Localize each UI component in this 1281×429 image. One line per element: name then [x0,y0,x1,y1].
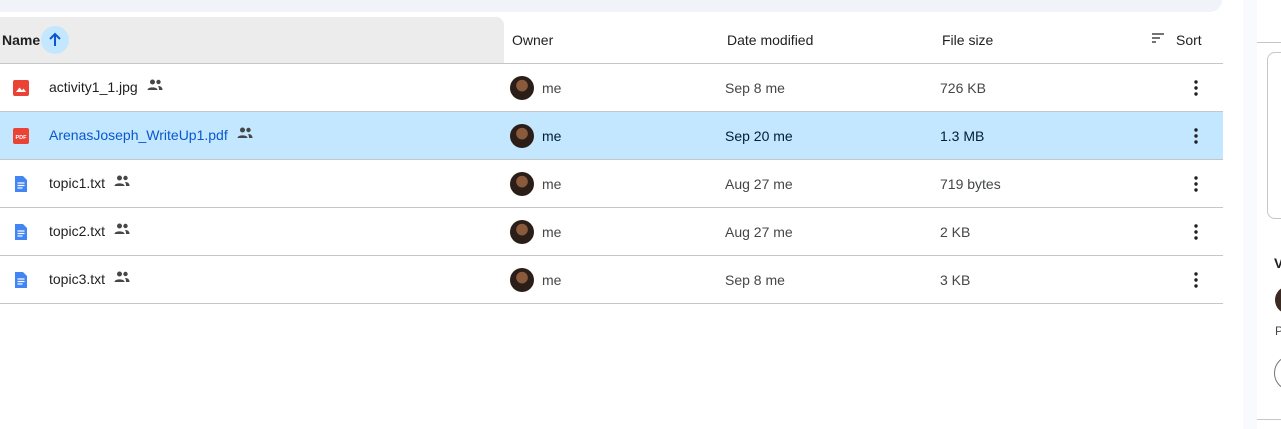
file-name[interactable]: activity1_1.jpg [49,79,163,95]
shared-people-icon [237,126,253,142]
avatar [1275,286,1281,314]
sort-lines-icon [1148,28,1168,53]
text-document-icon [12,175,30,193]
owner-name: me [542,80,562,96]
owner-avatar [510,172,534,196]
owner-avatar [510,76,534,100]
name-column-header[interactable] [0,17,504,63]
panel-divider [1257,42,1281,43]
search-bar-area [0,0,1222,12]
owner-name: me [542,176,562,192]
table-row[interactable]: activity1_1.jpg me Sep 8 me 726 KB [0,64,1223,112]
shared-people-icon [114,270,130,286]
table-row[interactable]: topic1.txt me Aug 27 me 719 bytes [0,160,1223,208]
table-row[interactable]: topic2.txt me Aug 27 me 2 KB [0,208,1223,256]
file-name[interactable]: topic3.txt [49,271,130,287]
panel-divider-bottom [1257,419,1281,420]
date-modified: Sep 8 me [725,272,785,288]
file-name[interactable]: ArenasJoseph_WriteUp1.pdf [49,127,253,143]
panel-text: P [1275,324,1281,338]
manage-access-button[interactable] [1274,355,1281,391]
shared-people-icon [114,174,130,190]
image-file-icon [12,79,30,97]
details-side-panel: V P [1257,0,1281,429]
file-size: 726 KB [940,80,986,96]
file-list-table: Name Owner Date modified File size Sort … [0,17,1223,304]
date-modified: Aug 27 me [725,176,793,192]
file-size-column-header[interactable]: File size [942,32,993,48]
more-actions-icon[interactable] [1186,126,1206,146]
shared-people-icon [114,222,130,238]
name-column-label[interactable]: Name [2,32,40,48]
table-row[interactable]: PDF ArenasJoseph_WriteUp1.pdf me Sep 20 me 1… [0,112,1223,160]
more-actions-icon[interactable] [1186,174,1206,194]
file-size: 3 KB [940,272,971,288]
owner-column-header[interactable]: Owner [512,32,553,48]
svg-text:PDF: PDF [16,135,28,141]
file-size: 719 bytes [940,176,1001,192]
arrow-up-icon[interactable] [41,26,69,54]
preview-card[interactable] [1267,52,1281,219]
date-modified: Aug 27 me [725,224,793,240]
sort-button[interactable]: Sort [1148,29,1202,51]
owner-name: me [542,224,562,240]
more-actions-icon[interactable] [1186,270,1206,290]
file-name[interactable]: topic1.txt [49,175,130,191]
file-name[interactable]: topic2.txt [49,223,130,239]
owner-avatar [510,220,534,244]
date-modified-column-header[interactable]: Date modified [727,32,813,48]
text-document-icon [12,223,30,241]
sort-label: Sort [1176,32,1202,48]
date-modified: Sep 8 me [725,80,785,96]
more-actions-icon[interactable] [1186,78,1206,98]
owner-avatar [510,268,534,292]
date-modified: Sep 20 me [725,128,793,144]
file-size: 2 KB [940,224,971,240]
panel-heading: V [1274,255,1281,271]
text-document-icon [12,271,30,289]
more-actions-icon[interactable] [1186,222,1206,242]
file-size: 1.3 MB [940,128,985,144]
pdf-file-icon: PDF [12,127,30,145]
shared-people-icon [147,78,163,94]
owner-avatar [510,124,534,148]
owner-name: me [542,272,562,288]
table-row[interactable]: topic3.txt me Sep 8 me 3 KB [0,256,1223,304]
table-header: Name Owner Date modified File size Sort [0,17,1223,64]
owner-name: me [542,128,562,144]
